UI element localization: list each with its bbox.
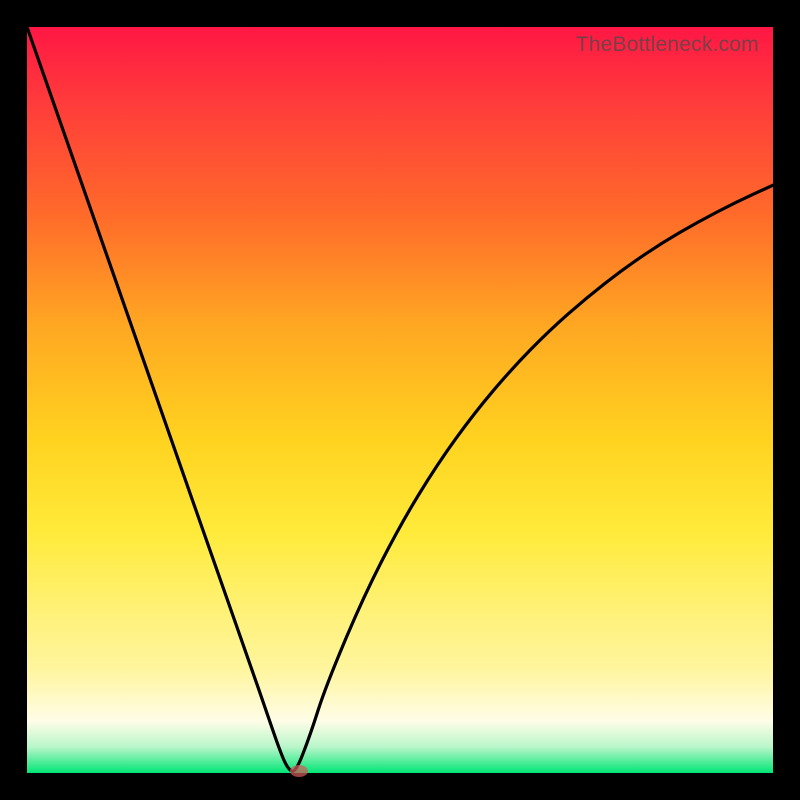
- bottleneck-curve-path: [27, 27, 773, 771]
- plot-area: TheBottleneck.com: [27, 27, 773, 773]
- optimum-marker: [290, 765, 308, 777]
- curve-svg: [27, 27, 773, 773]
- chart-frame: TheBottleneck.com: [0, 0, 800, 800]
